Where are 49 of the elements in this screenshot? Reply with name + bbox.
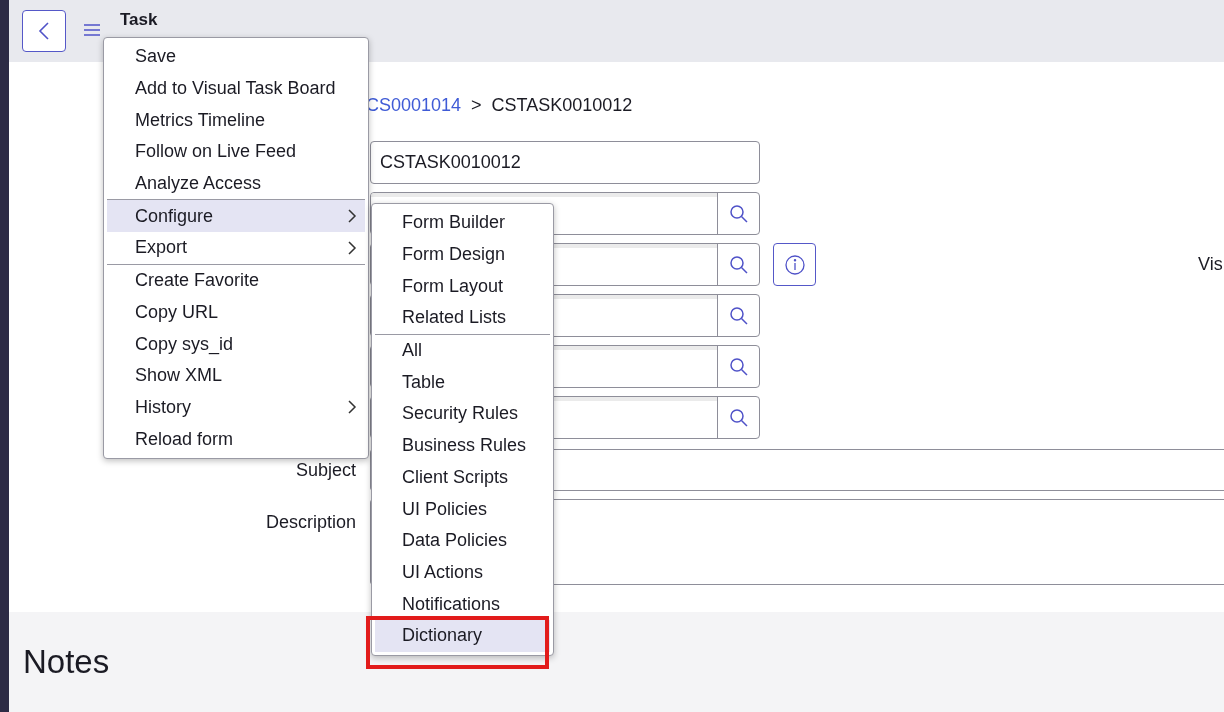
menu-item[interactable]: Save (107, 41, 365, 73)
menu-item[interactable]: Data Policies (375, 524, 550, 557)
menu-item[interactable]: Add to Visual Task Board (107, 72, 365, 105)
menu-item[interactable]: Metrics Timeline (107, 104, 365, 137)
chevron-right-icon (347, 239, 357, 256)
menu-item[interactable]: Security Rules (375, 398, 550, 430)
back-button[interactable] (22, 10, 66, 52)
menu-item[interactable]: Related Lists (375, 302, 550, 334)
search-icon (728, 407, 749, 428)
menu-item[interactable]: All (375, 334, 550, 367)
menu-item[interactable]: Follow on Live Feed (107, 136, 365, 168)
chevron-right-icon (347, 208, 357, 225)
number-field[interactable]: CSTASK0010012 (370, 141, 760, 184)
menu-item[interactable]: Configure (107, 200, 365, 233)
info-button[interactable] (773, 243, 816, 286)
field-label: Vis (1198, 253, 1223, 276)
chevron-left-icon (38, 21, 50, 41)
menu-item[interactable]: Form Design (375, 238, 550, 271)
search-icon (728, 305, 749, 326)
menu-item[interactable]: Business Rules (375, 429, 550, 462)
menu-item[interactable]: Export (107, 232, 365, 264)
menu-item[interactable]: UI Policies (375, 493, 550, 525)
search-icon (728, 254, 749, 275)
search-icon (728, 356, 749, 377)
menu-item[interactable]: Client Scripts (375, 461, 550, 494)
breadcrumb-separator: > (471, 94, 482, 117)
menu-icon[interactable] (84, 24, 100, 36)
breadcrumb-current: CSTASK0010012 (491, 94, 633, 117)
field-label: Subject (294, 458, 356, 482)
menu-item[interactable]: Form Layout (375, 270, 550, 303)
field-label: Description (264, 511, 356, 534)
menu-item[interactable]: Copy URL (107, 296, 365, 329)
breadcrumb-link[interactable]: CS0001014 (366, 92, 462, 119)
menu-item[interactable]: Table (375, 366, 550, 399)
info-icon (784, 254, 805, 275)
menu-item[interactable]: Notifications (375, 588, 550, 620)
menu-item[interactable]: Copy sys_id (107, 328, 365, 360)
menu-item[interactable]: Create Favorite (107, 264, 365, 297)
section-title: Notes (23, 643, 110, 680)
menu-item[interactable]: Show XML (107, 359, 365, 392)
menu-item[interactable]: Dictionary (375, 619, 550, 652)
menu-item[interactable]: UI Actions (375, 556, 550, 589)
menu-item[interactable]: Form Builder (375, 207, 550, 239)
header-title: Task (120, 9, 158, 31)
menu-item[interactable]: Reload form (107, 423, 365, 455)
menu-item[interactable]: History (107, 391, 365, 424)
search-icon (728, 203, 749, 224)
chevron-right-icon (347, 399, 357, 416)
menu-item[interactable]: Analyze Access (107, 167, 365, 200)
